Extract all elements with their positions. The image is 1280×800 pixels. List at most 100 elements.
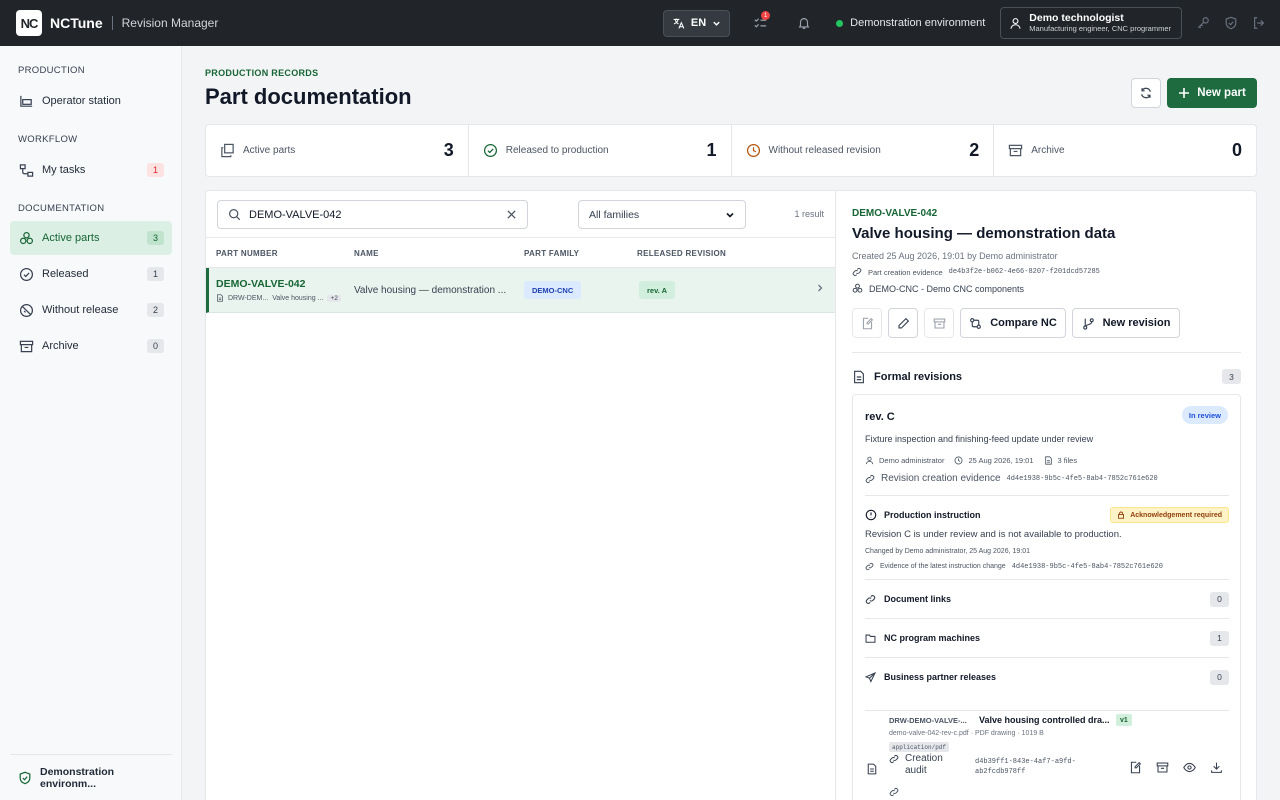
business-partner-releases-row[interactable]: Business partner releases 0 [865, 657, 1229, 696]
sidebar-item-without-release[interactable]: Without release 2 [10, 293, 172, 327]
tasks-button[interactable]: 1 [746, 9, 774, 37]
evidence-label: Part creation evidence [868, 267, 943, 277]
link-icon [889, 787, 899, 797]
formal-revisions-count: 3 [1222, 369, 1241, 384]
monitor-icon [18, 94, 34, 109]
part-drawing-summary: DRW-DEM... Valve housing ... +2 [216, 294, 341, 302]
stat-active-parts[interactable]: Active parts 3 [206, 125, 469, 176]
divider [852, 352, 1241, 353]
stat-released[interactable]: Released to production 1 [469, 125, 732, 176]
new-part-button[interactable]: New part [1167, 78, 1257, 108]
logout-icon[interactable] [1252, 16, 1266, 30]
language-select[interactable]: EN [662, 9, 731, 37]
family-filter-select[interactable]: All families [578, 200, 746, 229]
lock-icon [1117, 511, 1125, 519]
column-header[interactable]: RELEASED REVISION [637, 249, 726, 258]
stat-label: Released to production [505, 145, 609, 156]
notifications-button[interactable] [790, 9, 818, 37]
evidence-label: Evidence of the latest instruction chang… [880, 563, 1006, 570]
environment-footer[interactable]: Demonstration environm... [10, 754, 172, 800]
column-header[interactable]: PART NUMBER [216, 249, 278, 258]
check-circle-icon [483, 143, 498, 158]
drawing-name: Valve housing ... [272, 294, 324, 302]
sidebar-item-archive[interactable]: Archive 0 [10, 329, 172, 363]
document-item[interactable]: DRW-DEMO-VALVE-... Valve housing control… [865, 710, 1229, 800]
stat-label: Active parts [243, 145, 296, 156]
production-instruction-text: Revision C is under review and is not av… [865, 529, 1122, 540]
part-name: Valve housing — demonstration ... [354, 285, 507, 296]
sidebar-item-released[interactable]: Released 1 [10, 257, 172, 291]
archive-button[interactable] [924, 308, 954, 338]
user-icon [865, 456, 874, 465]
nc-program-machines-row[interactable]: NC program machines 1 [865, 618, 1229, 657]
plus-icon [1178, 87, 1190, 99]
revision-card[interactable]: rev. C In review Fixture inspection and … [852, 394, 1241, 800]
document-title: Valve housing controlled dra... [979, 715, 1110, 725]
new-revision-label: New revision [1102, 317, 1171, 329]
divider [865, 495, 1229, 496]
document-links-label: Document links [884, 594, 952, 604]
column-header[interactable]: NAME [354, 249, 379, 258]
page-eyebrow: PRODUCTION RECORDS [205, 68, 319, 78]
stat-value: 2 [969, 140, 980, 160]
sidebar-item-count: 0 [147, 339, 164, 353]
document-icon [866, 763, 878, 775]
stat-archive[interactable]: Archive 0 [994, 125, 1256, 176]
more-badge: +2 [327, 294, 341, 302]
production-instruction-header: Production instruction Acknowledgement r… [865, 507, 1229, 523]
document-links-row[interactable]: Document links 0 [865, 579, 1229, 618]
instruction-evidence: Evidence of the latest instruction chang… [865, 562, 1163, 571]
user-menu[interactable]: Demo technologist Manufacturing engineer… [1000, 7, 1182, 39]
new-part-label: New part [1197, 87, 1246, 99]
document-actions [1129, 761, 1223, 774]
sidebar-section-documentation: DOCUMENTATION [18, 203, 105, 214]
parts-icon [18, 231, 34, 246]
clear-icon[interactable] [506, 209, 517, 220]
family-filter-value: All families [589, 208, 640, 221]
shield-icon[interactable] [1224, 16, 1238, 30]
file-edit-icon[interactable] [1129, 761, 1142, 774]
parts-list-panel: All families 1 result PART NUMBER NAME P… [205, 190, 836, 800]
sidebar-item-operator-station[interactable]: Operator station [10, 84, 172, 118]
detail-title: Valve housing — demonstration data [852, 225, 1116, 242]
creation-audit-hash: d4b39ff1-843e-4af7-a9fd-ab2fcdb978ff [975, 758, 1076, 776]
eye-icon[interactable] [1183, 761, 1196, 774]
edit-button[interactable] [888, 308, 918, 338]
revision-badge: rev. A [639, 281, 676, 299]
sidebar-item-label: Operator station [42, 95, 121, 107]
archive-icon[interactable] [1156, 761, 1169, 774]
key-icon[interactable] [1196, 16, 1210, 30]
link-icon [865, 594, 876, 605]
family-badge: DEMO-CNC [524, 281, 582, 299]
archive-icon [1008, 143, 1023, 158]
top-bar: NC NCTune Revision Manager EN 1 Demonstr… [0, 0, 1280, 46]
sidebar-item-count: 1 [147, 267, 164, 281]
search-input[interactable] [249, 208, 498, 221]
detail-actions: Compare NC New revision [852, 308, 1180, 338]
stat-without-release[interactable]: Without released revision 2 [732, 125, 995, 176]
version-badge: v1 [1116, 714, 1132, 726]
environment-footer-label: Demonstration environm... [40, 765, 115, 790]
compare-nc-button[interactable]: Compare NC [960, 308, 1066, 338]
formal-revisions-header: Formal revisions 3 [852, 369, 1241, 384]
evidence-hash: 4d4e1938-9b5c-4fe5-8ab4-7852c761e620 [1006, 474, 1158, 483]
revision-files: 3 files [1057, 456, 1078, 465]
sidebar-item-count: 1 [147, 163, 164, 177]
sidebar-item-label: Archive [42, 340, 79, 352]
user-role: Manufacturing engineer, CNC programmer [1029, 24, 1171, 33]
column-header[interactable]: PART FAMILY [524, 249, 579, 258]
detail-part-code: DEMO-VALVE-042 [852, 208, 938, 219]
search-box[interactable] [217, 200, 528, 229]
table-row[interactable]: DEMO-VALVE-042 DRW-DEM... Valve housing … [206, 268, 835, 313]
business-partner-releases-count: 0 [1210, 669, 1229, 685]
new-revision-button[interactable]: New revision [1072, 308, 1180, 338]
document-icon [852, 370, 866, 384]
edit-document-button[interactable] [852, 308, 882, 338]
table-header: PART NUMBER NAME PART FAMILY RELEASED RE… [206, 237, 835, 268]
detail-family: DEMO-CNC - Demo CNC components [852, 283, 1024, 294]
refresh-button[interactable] [1131, 78, 1161, 108]
sidebar-item-my-tasks[interactable]: My tasks 1 [10, 153, 172, 187]
sidebar-item-active-parts[interactable]: Active parts 3 [10, 221, 172, 255]
download-icon[interactable] [1210, 761, 1223, 774]
stat-label: Without released revision [768, 145, 881, 156]
